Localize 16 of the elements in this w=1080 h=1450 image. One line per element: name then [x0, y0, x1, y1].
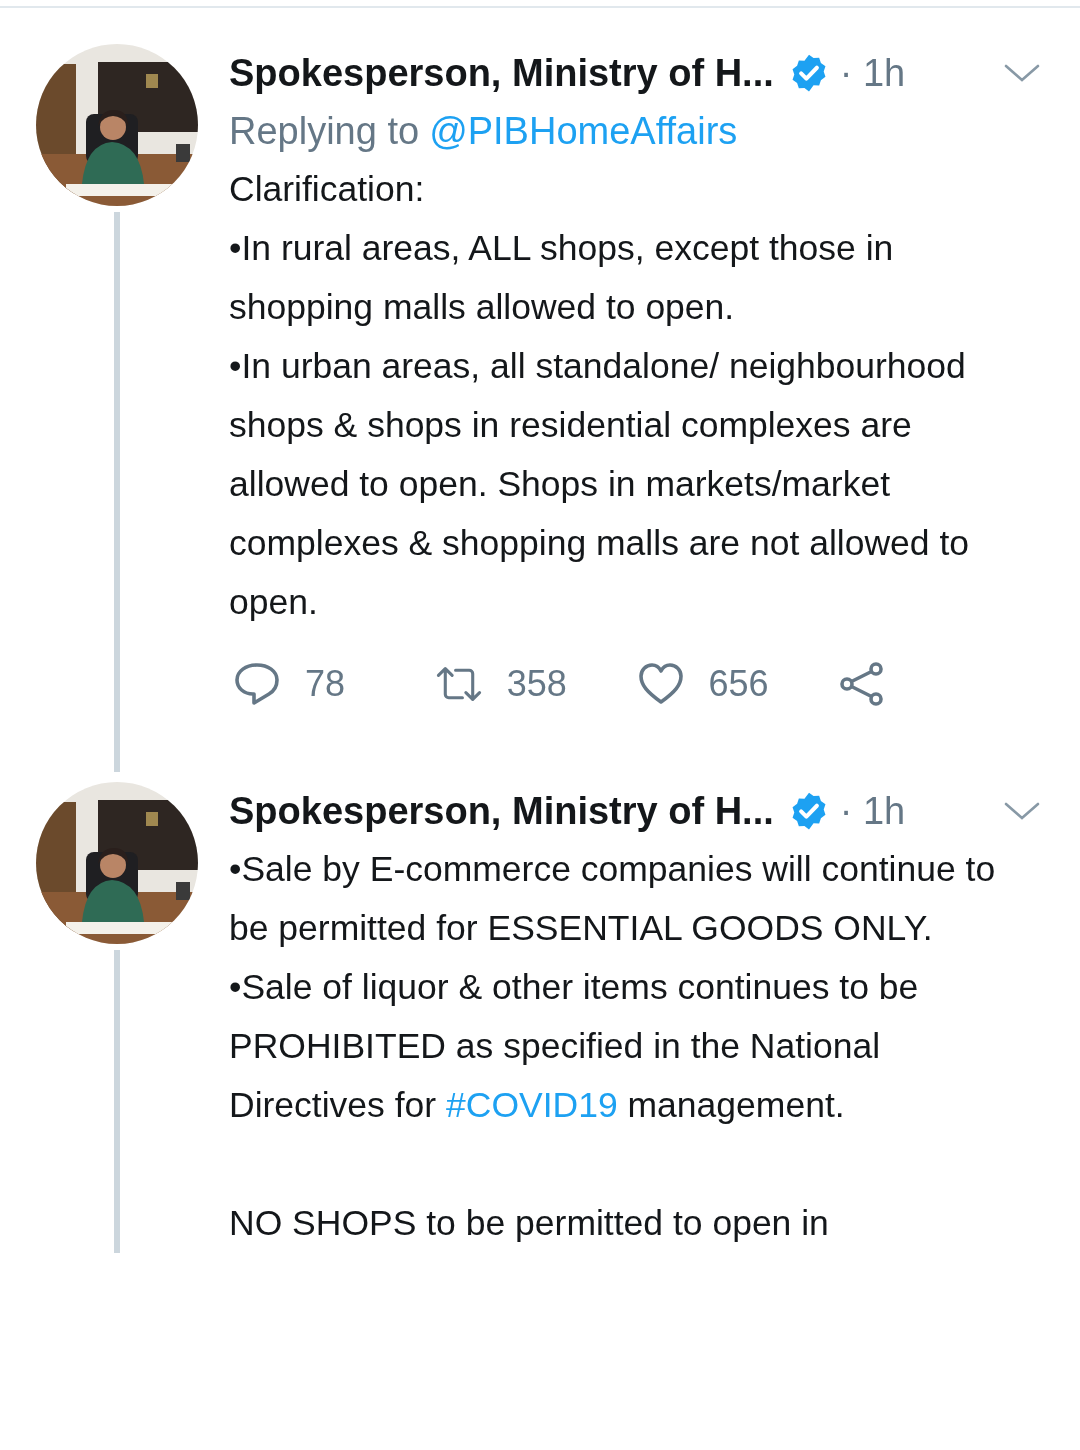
action-count: 358 — [506, 663, 567, 705]
tweet-text: •Sale by E-commerce companies will continue to be permitted for ESSENTIAL GOODS ONLY. — [229, 848, 997, 950]
chevron-down-icon[interactable] — [1004, 63, 1040, 83]
tweet-text: Clarification: — [229, 168, 426, 211]
replying-to-label: Replying to — [229, 110, 420, 152]
timestamp: · 1h — [839, 51, 906, 95]
tweet-text: •In rural areas, ALL shops, except those in shopping malls allowed to open. — [229, 227, 895, 329]
action-count: 78 — [305, 663, 346, 705]
chevron-down-icon[interactable] — [1004, 801, 1040, 821]
author-name[interactable]: Spokesperson, Ministry of H... — [229, 51, 774, 95]
timestamp: · 1h — [839, 789, 906, 833]
action-count: 656 — [708, 663, 769, 705]
tweet-text: •In urban areas, all standalone/ neighbourhood shops & shops in residential complexes are allowed to open. Shops in markets/market complexes & shopping malls are not allowed to open. — [229, 345, 970, 624]
author-name[interactable]: Spokesperson, Ministry of H... — [229, 789, 774, 833]
speech-bubble-icon[interactable] — [233, 660, 281, 708]
tweet-text: •Sale of liquor & other items continues to be PROHIBITED as specified in the National Directives for #COVID19 management. NO SHOPS to be permitted to open in — [229, 966, 920, 1245]
